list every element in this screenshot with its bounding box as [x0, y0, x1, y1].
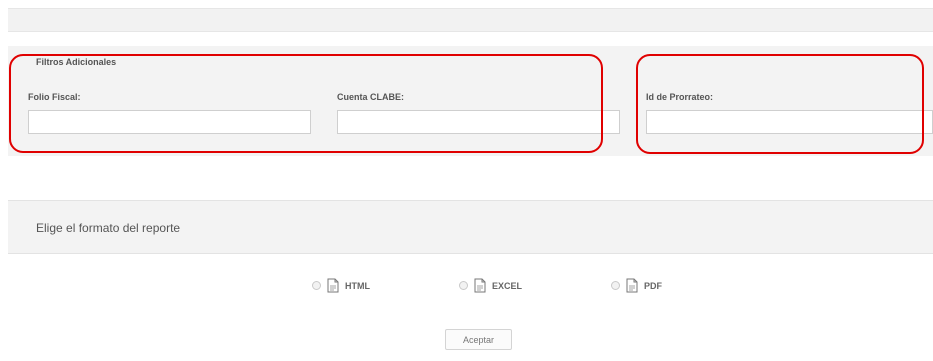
folio-and-clabe-highlight [9, 54, 603, 153]
format-option-excel[interactable]: EXCEL [459, 278, 522, 293]
report-format-title: Elige el formato del reporte [36, 221, 181, 235]
document-icon [626, 278, 638, 293]
id-prorrateo-highlight [636, 54, 924, 154]
format-option-pdf[interactable]: PDF [611, 278, 662, 293]
format-option-html[interactable]: HTML [312, 278, 370, 293]
html-label: HTML [345, 280, 370, 291]
pdf-radio[interactable] [611, 281, 620, 290]
document-icon [474, 278, 486, 293]
html-radio[interactable] [312, 281, 321, 290]
excel-radio[interactable] [459, 281, 468, 290]
pdf-label: PDF [644, 280, 662, 291]
top-bar [8, 8, 933, 32]
accept-button[interactable]: Aceptar [445, 329, 512, 350]
excel-label: EXCEL [492, 280, 523, 291]
document-icon [327, 278, 339, 293]
